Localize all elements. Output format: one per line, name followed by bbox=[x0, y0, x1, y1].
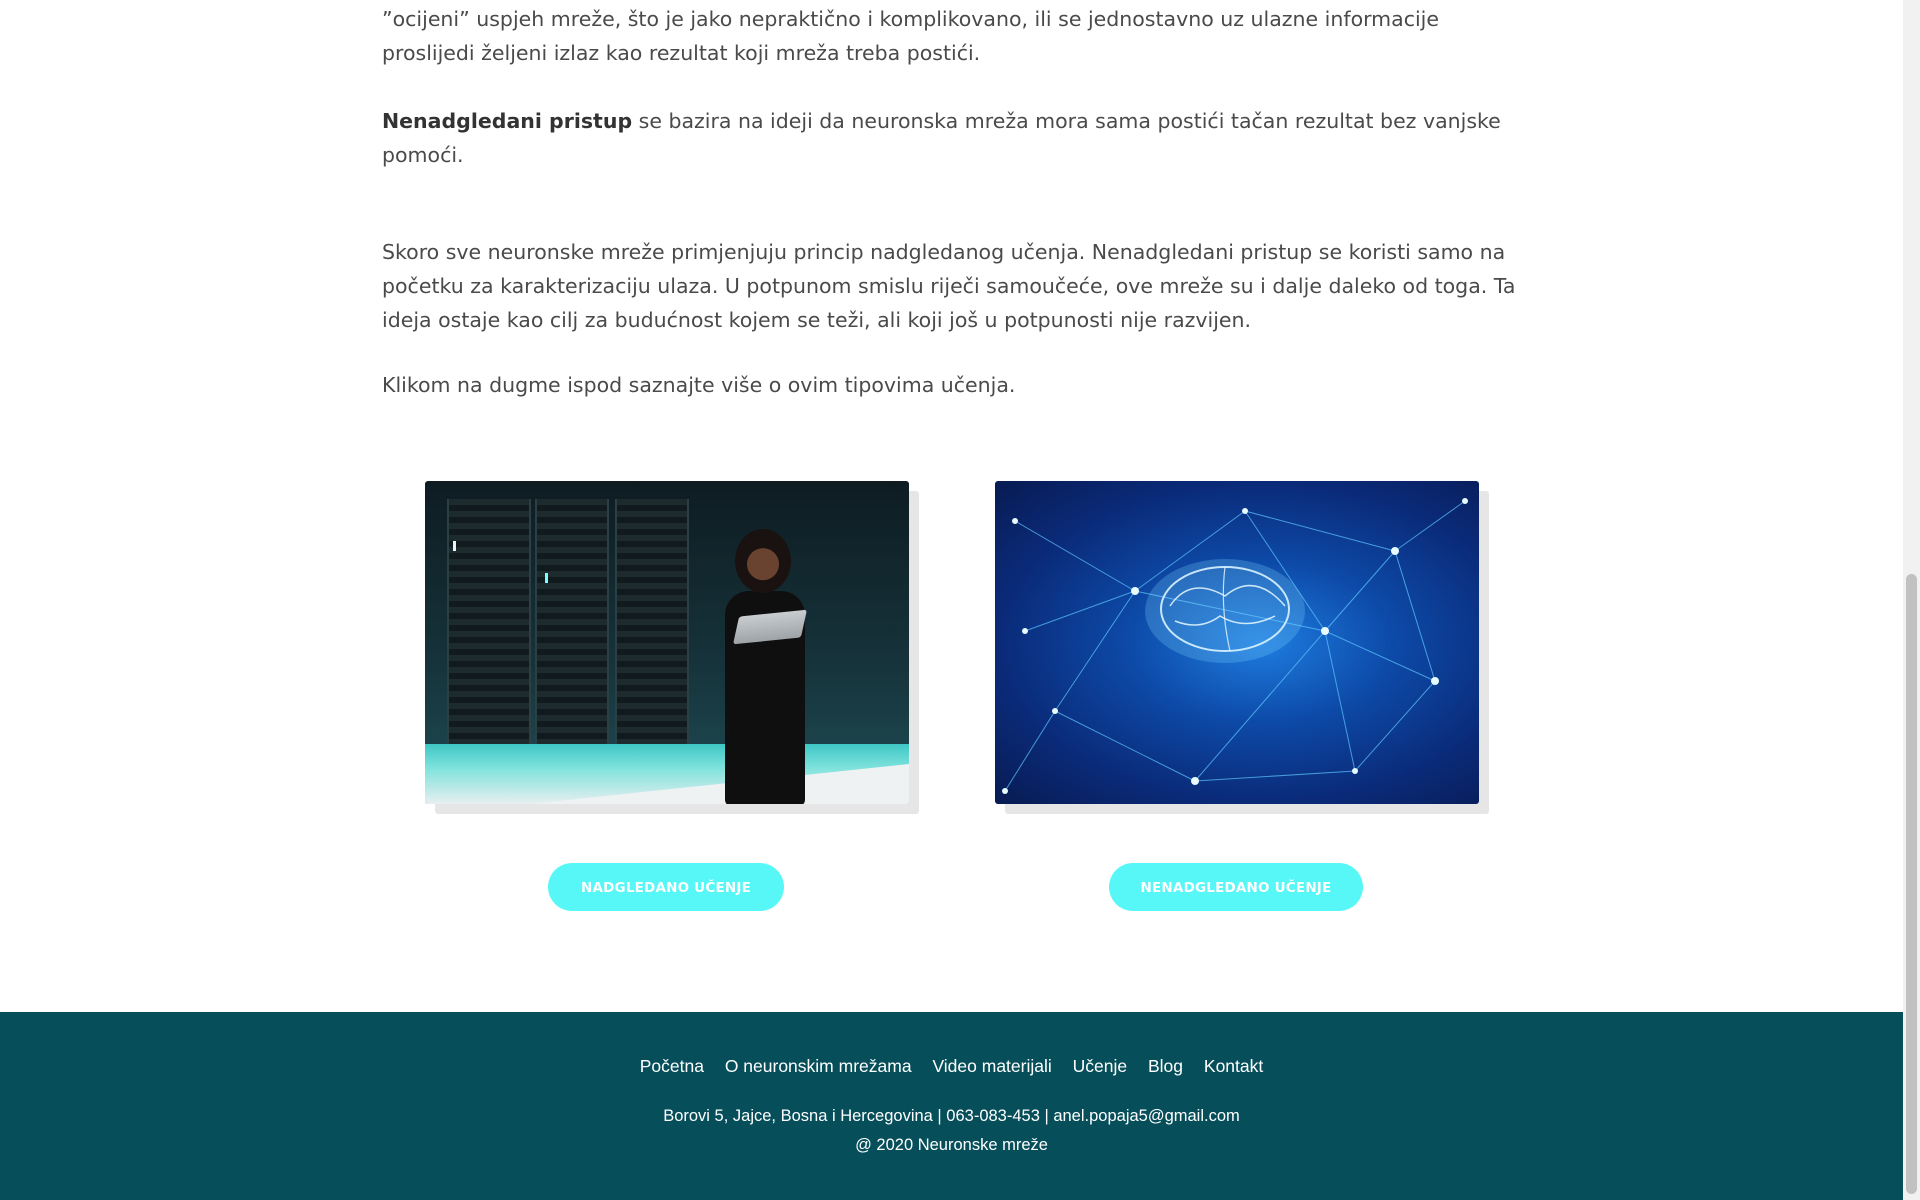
footer-link-o-neuronskim-mrezama[interactable]: O neuronskim mrežama bbox=[725, 1056, 912, 1076]
scrollbar-thumb[interactable] bbox=[1906, 574, 1917, 1194]
server-light bbox=[545, 573, 548, 583]
unsupervised-learning-button[interactable]: NENADGLEDANO UČENJE bbox=[1109, 863, 1363, 911]
server-rack bbox=[615, 499, 689, 744]
article-paragraph: Klikom na dugme ispod saznajte više o ov… bbox=[382, 373, 1016, 397]
footer-copyright: @ 2020 Neuronske mreže bbox=[855, 1136, 1048, 1154]
brain-network-image bbox=[995, 481, 1479, 804]
server-light bbox=[453, 541, 456, 551]
vertical-scrollbar[interactable] bbox=[1903, 0, 1920, 1200]
footer-link-video-materijali[interactable]: Video materijali bbox=[932, 1056, 1051, 1076]
article-paragraph: Nenadgledani pristup se bazira na ideji … bbox=[382, 104, 1532, 172]
server-rack bbox=[535, 499, 609, 744]
footer-link-blog[interactable]: Blog bbox=[1148, 1056, 1183, 1076]
footer-contact: Borovi 5, Jajce, Bosna i Hercegovina | 0… bbox=[663, 1107, 1240, 1125]
server-rack bbox=[447, 499, 531, 744]
network-graphic bbox=[1002, 498, 1468, 794]
article-paragraph: ”ocijeni” uspjeh mreže, što je jako nepr… bbox=[382, 7, 1439, 65]
supervised-learning-button[interactable]: NADGLEDANO UČENJE bbox=[548, 863, 784, 911]
footer-link-kontakt[interactable]: Kontakt bbox=[1204, 1056, 1263, 1076]
footer: Početna O neuronskim mrežama Video mater… bbox=[0, 1012, 1903, 1200]
footer-info: Borovi 5, Jajce, Bosna i Hercegovina | 0… bbox=[0, 1102, 1903, 1160]
footer-nav: Početna O neuronskim mrežama Video mater… bbox=[0, 1056, 1903, 1077]
server-room-image bbox=[425, 481, 909, 804]
footer-link-ucenje[interactable]: Učenje bbox=[1073, 1056, 1127, 1076]
person-head bbox=[735, 529, 791, 593]
footer-link-pocetna[interactable]: Početna bbox=[640, 1056, 704, 1076]
page: ”ocijeni” uspjeh mreže, što je jako nepr… bbox=[0, 0, 1903, 1200]
bold-term: Nenadgledani pristup bbox=[382, 109, 633, 133]
article-paragraph: Skoro sve neuronske mreže primjenjuju pr… bbox=[382, 240, 1516, 332]
